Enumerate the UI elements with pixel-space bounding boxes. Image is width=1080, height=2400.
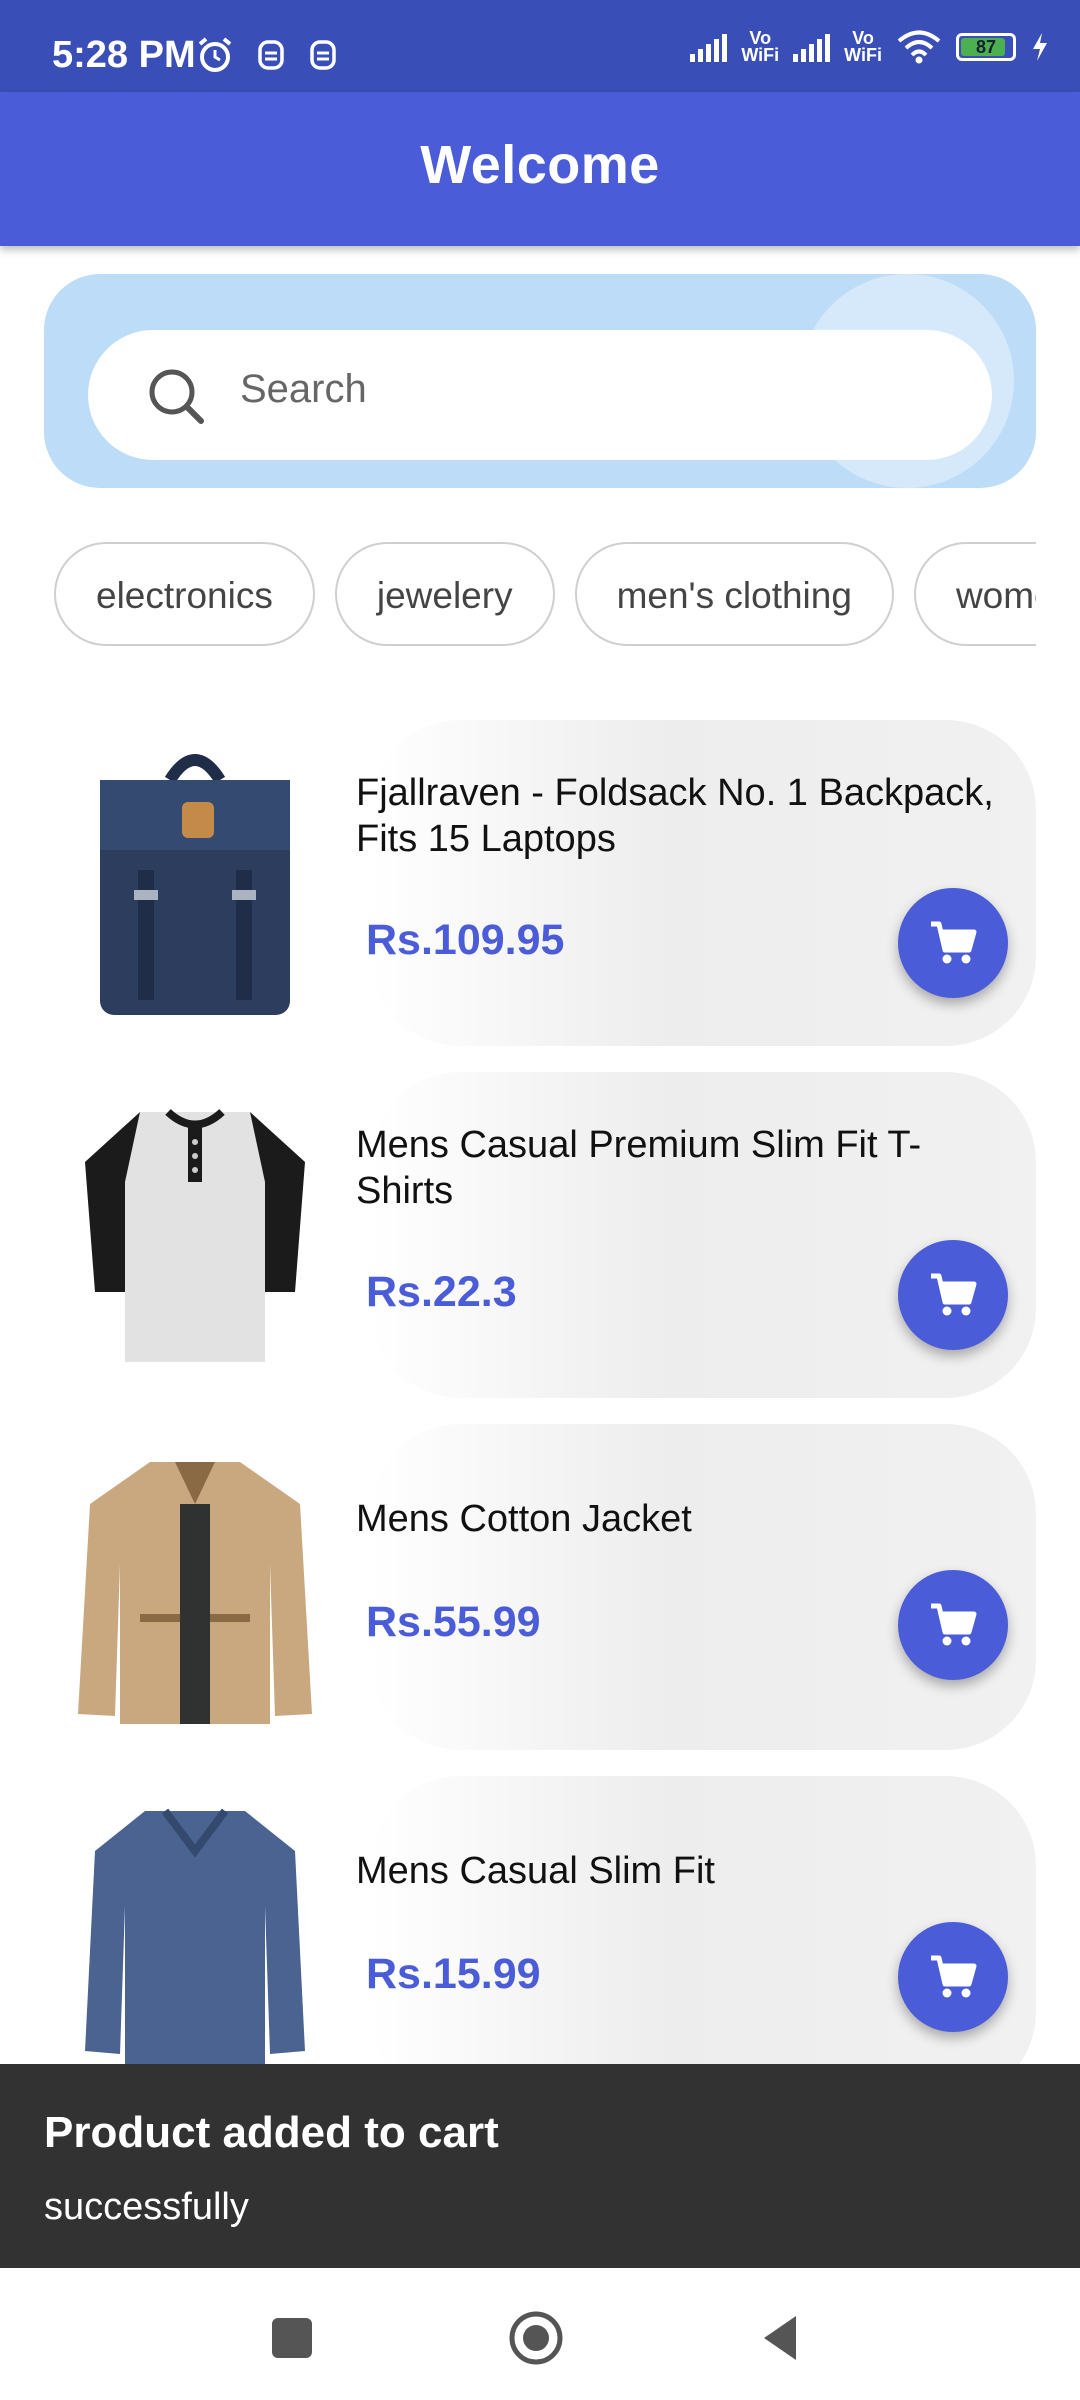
product-price: Rs.15.99 [366, 1950, 541, 1998]
vowifi-label-2: Vo WiFi [844, 28, 882, 65]
product-card[interactable]: Mens Cotton Jacket Rs.55.99 [0, 1424, 1080, 1750]
status-left-icons [196, 36, 338, 74]
cart-icon [931, 1273, 977, 1316]
product-name: Mens Casual Slim Fit [356, 1850, 715, 1892]
product-price: Rs.22.3 [366, 1268, 517, 1316]
recent-apps-icon[interactable] [262, 2308, 322, 2368]
app-bar: Welcome [0, 92, 1080, 246]
notification-icon [258, 40, 284, 70]
snackbar-message: successfully [44, 2186, 249, 2228]
back-icon[interactable] [752, 2308, 812, 2368]
cart-icon [931, 1603, 977, 1646]
vowifi-label-1: Vo WiFi [741, 28, 780, 65]
chip-electronics[interactable]: electronics [54, 542, 315, 646]
product-name: Mens Cotton Jacket [356, 1498, 692, 1540]
status-bar: 5:28 PM Vo WiFi Vo WiFi 87 [0, 0, 1080, 92]
product-card[interactable]: Mens Casual Slim Fit Rs.15.99 [0, 1776, 1080, 2102]
product-price: Rs.55.99 [366, 1598, 541, 1646]
add-to-cart-button[interactable] [898, 888, 1008, 998]
cart-icon [931, 1955, 977, 1998]
cart-icon [931, 921, 977, 964]
product-price: Rs.109.95 [366, 916, 565, 964]
chip-jewelery[interactable]: jewelery [334, 542, 555, 646]
signal-strength-icon [690, 32, 728, 62]
snackbar: Product added to cart successfully [0, 2064, 1080, 2268]
battery-icon: 87 [956, 33, 1016, 61]
search-icon [149, 369, 204, 424]
product-name: Mens Casual Premium Slim Fit T-Shirts [356, 1124, 922, 1212]
chip-womens-clothing[interactable]: women's clothing [913, 542, 1036, 646]
product-image-backpack [100, 754, 290, 1015]
wifi-icon [897, 30, 941, 64]
signal-strength-icon [793, 32, 831, 62]
product-name: Fjallraven - Foldsack No. 1 Backpack, Fi… [356, 772, 994, 860]
system-nav-bar [0, 2268, 1080, 2400]
card-background [370, 720, 1036, 1046]
search-box[interactable] [88, 330, 992, 460]
product-card[interactable]: Fjallraven - Foldsack No. 1 Backpack, Fi… [0, 720, 1080, 1046]
add-to-cart-button[interactable] [898, 1570, 1008, 1680]
add-to-cart-button[interactable] [898, 1922, 1008, 2032]
status-time: 5:28 PM [52, 34, 196, 76]
status-right-icons: Vo WiFi Vo WiFi 87 [690, 28, 1050, 65]
charging-icon [1033, 33, 1047, 61]
card-background [370, 1072, 1036, 1398]
product-image-tshirt [85, 1108, 305, 1362]
battery-level: 87 [975, 36, 997, 57]
page-title: Welcome [420, 135, 660, 195]
notification-icon [310, 40, 336, 70]
search-input[interactable] [238, 366, 942, 413]
home-icon[interactable] [506, 2308, 566, 2368]
product-card[interactable]: Mens Casual Premium Slim Fit T-Shirts Rs… [0, 1072, 1080, 1398]
snackbar-title: Product added to cart [44, 2108, 499, 2157]
product-image-jacket [78, 1462, 312, 1724]
category-chips: electronicsjewelerymen's clothingwomen's… [54, 542, 1036, 652]
search-panel [44, 274, 1036, 488]
chip-mens-clothing[interactable]: men's clothing [574, 542, 894, 646]
alarm-icon [198, 37, 232, 72]
product-image-longsleeve [85, 1808, 305, 2086]
add-to-cart-button[interactable] [898, 1240, 1008, 1350]
